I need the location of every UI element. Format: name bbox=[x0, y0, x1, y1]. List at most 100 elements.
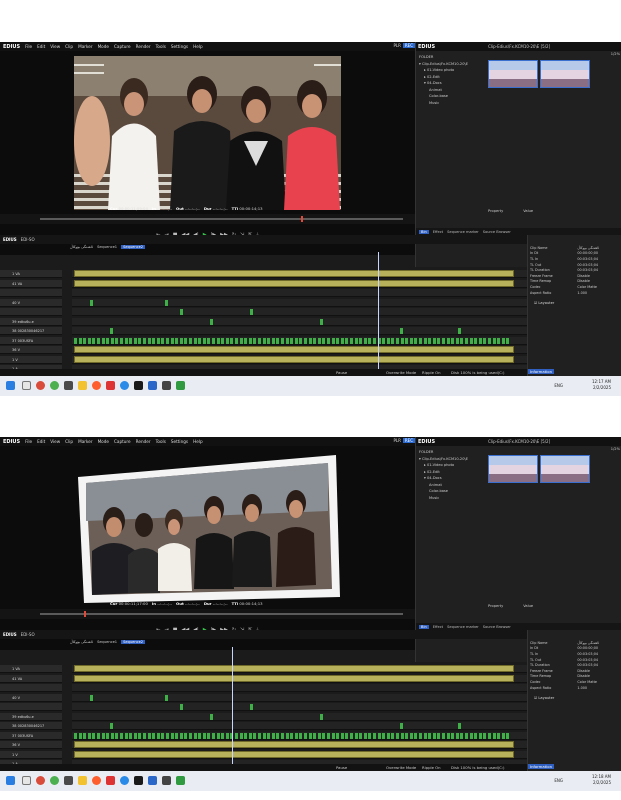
timeline-clip[interactable] bbox=[478, 337, 482, 344]
timeline-clip[interactable] bbox=[133, 732, 137, 739]
timeline-clip[interactable] bbox=[78, 337, 82, 344]
track-header[interactable]: 36 V bbox=[0, 346, 62, 354]
timeline-clip[interactable] bbox=[386, 337, 390, 344]
track-header[interactable]: 38 002830046217 bbox=[0, 722, 62, 730]
language-indicator[interactable]: ENG bbox=[554, 383, 563, 388]
chrome-icon[interactable] bbox=[50, 776, 59, 785]
folder-music[interactable]: Music bbox=[419, 100, 487, 107]
track-lane[interactable] bbox=[72, 289, 527, 297]
photoshop-icon[interactable] bbox=[162, 776, 171, 785]
timeline-clip[interactable] bbox=[101, 337, 105, 344]
timeline-clip[interactable] bbox=[244, 337, 248, 344]
timeline-clip[interactable] bbox=[156, 732, 160, 739]
tab-sequence1[interactable]: Sequence1 bbox=[97, 640, 117, 644]
timeline-clip[interactable] bbox=[294, 732, 298, 739]
menu-view[interactable]: View bbox=[50, 44, 60, 49]
folder-icon[interactable] bbox=[78, 381, 87, 390]
timeline-clip[interactable] bbox=[285, 732, 289, 739]
timeline-clip[interactable] bbox=[455, 337, 459, 344]
track-lane[interactable] bbox=[72, 308, 527, 316]
folder-music[interactable]: Music bbox=[419, 495, 487, 502]
timeline-clip[interactable] bbox=[165, 694, 168, 701]
timeline-clip[interactable] bbox=[368, 337, 372, 344]
timeline-clip[interactable] bbox=[110, 732, 114, 739]
timeline-clip[interactable] bbox=[74, 674, 514, 682]
timeline-clip[interactable] bbox=[166, 337, 169, 344]
timeline-clip[interactable] bbox=[267, 732, 271, 739]
timeline-clip[interactable] bbox=[87, 337, 91, 344]
clip-thumbnail[interactable] bbox=[540, 455, 590, 483]
timeline-clip[interactable] bbox=[299, 732, 303, 739]
timeline-clip[interactable] bbox=[74, 270, 514, 277]
timeline-tracks[interactable]: 1 VA 41 VA 40 V 39 edku6u.e 38 002830046217 3… bbox=[0, 647, 527, 775]
timeline-clip[interactable] bbox=[143, 732, 146, 739]
timeline-clip[interactable] bbox=[180, 704, 183, 710]
track-lane[interactable] bbox=[72, 684, 527, 692]
timeline-clip[interactable] bbox=[250, 704, 253, 710]
clock[interactable]: 12:18 AM 2/2/2025 bbox=[592, 774, 611, 785]
timeline-clip[interactable] bbox=[221, 337, 225, 344]
track-header[interactable]: 40 V bbox=[0, 693, 62, 702]
timeline-clip[interactable] bbox=[225, 732, 229, 739]
menu-settings[interactable]: Settings bbox=[171, 44, 188, 49]
timeline-clip[interactable] bbox=[207, 732, 211, 739]
tab-sequence-marker[interactable]: Sequence marker bbox=[447, 230, 479, 234]
tab-sequence1[interactable]: Sequence1 bbox=[97, 245, 117, 249]
timeline-clip[interactable] bbox=[363, 337, 367, 344]
timeline-clip[interactable] bbox=[212, 732, 215, 739]
timeline-clip[interactable] bbox=[382, 337, 386, 344]
timeline-clip[interactable] bbox=[248, 732, 252, 739]
menu-capture[interactable]: Capture bbox=[114, 439, 131, 444]
timeline-clip[interactable] bbox=[469, 732, 473, 739]
track-header[interactable]: 1 VA bbox=[0, 270, 62, 278]
timeline-clip[interactable] bbox=[179, 337, 183, 344]
timeline-clip[interactable] bbox=[175, 337, 179, 344]
timeline-clip[interactable] bbox=[419, 337, 422, 344]
tab-effect[interactable]: Effect bbox=[433, 625, 443, 629]
timeline-clip[interactable] bbox=[166, 732, 169, 739]
timeline-clip[interactable] bbox=[152, 732, 156, 739]
clip-thumbnail[interactable] bbox=[488, 455, 538, 483]
plr-rec-toggle[interactable]: PLR REC bbox=[393, 438, 415, 443]
menu-tools[interactable]: Tools bbox=[156, 44, 166, 49]
timeline-clip[interactable] bbox=[458, 328, 461, 334]
timeline-clip[interactable] bbox=[74, 665, 514, 672]
track-header[interactable] bbox=[0, 684, 62, 692]
timeline-clip[interactable] bbox=[250, 309, 253, 315]
timeline-clip[interactable] bbox=[396, 732, 399, 739]
timeline-clip[interactable] bbox=[74, 741, 514, 748]
track-lane[interactable] bbox=[72, 317, 527, 326]
excel-icon[interactable] bbox=[176, 776, 185, 785]
timeline-clip[interactable] bbox=[340, 337, 344, 344]
timeline-clip[interactable] bbox=[281, 337, 284, 344]
timeline-clip[interactable] bbox=[184, 337, 188, 344]
menu-help[interactable]: Help bbox=[193, 44, 203, 49]
timeline-clip[interactable] bbox=[345, 337, 349, 344]
timeline-clip[interactable] bbox=[465, 732, 468, 739]
timeline-clip[interactable] bbox=[253, 732, 257, 739]
timeline-clip[interactable] bbox=[90, 694, 93, 701]
timeline-clip[interactable] bbox=[483, 337, 487, 344]
timeline-clip[interactable] bbox=[225, 337, 229, 344]
timeline-clip[interactable] bbox=[156, 337, 160, 344]
timeline-clip[interactable] bbox=[133, 337, 137, 344]
track-header[interactable]: 38 002830046217 bbox=[0, 327, 62, 335]
timeline-clip[interactable] bbox=[363, 732, 367, 739]
timeline-clip[interactable] bbox=[423, 732, 427, 739]
track-header[interactable]: 39 edku6u.e bbox=[0, 317, 62, 326]
track-header[interactable]: 37 003USFA bbox=[0, 731, 62, 740]
timeline-clip[interactable] bbox=[110, 723, 113, 729]
timeline-clip[interactable] bbox=[414, 732, 418, 739]
timeline-clip[interactable] bbox=[124, 732, 128, 739]
timeline-clip[interactable] bbox=[409, 337, 413, 344]
timeline-clip[interactable] bbox=[202, 337, 206, 344]
timeline-clip[interactable] bbox=[83, 337, 87, 344]
tab-source-browser[interactable]: Source Browser bbox=[483, 625, 511, 629]
timeline-clip[interactable] bbox=[290, 732, 294, 739]
menu-edit[interactable]: Edit bbox=[37, 44, 45, 49]
edius-taskbar-icon[interactable] bbox=[134, 776, 143, 785]
track-lane[interactable] bbox=[72, 712, 527, 721]
timeline-clip[interactable] bbox=[97, 732, 100, 739]
timeline-clip[interactable] bbox=[419, 732, 422, 739]
scrub-position-marker[interactable] bbox=[83, 611, 86, 617]
